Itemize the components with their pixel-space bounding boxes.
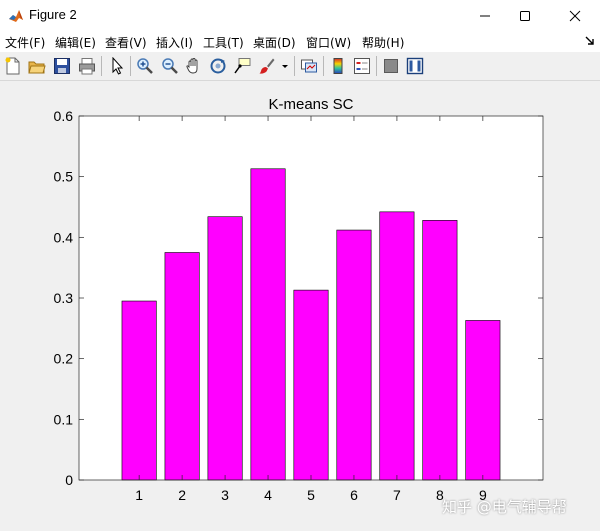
data-cursor-icon[interactable] — [233, 57, 251, 75]
dock-arrow-icon[interactable] — [585, 36, 595, 46]
menu-insert[interactable]: 插入(I) — [156, 34, 193, 51]
new-figure-icon[interactable] — [4, 57, 22, 75]
x-tick-label: 4 — [264, 487, 272, 503]
x-tick-label: 6 — [350, 487, 358, 503]
bar — [422, 220, 458, 481]
minimize-icon — [480, 15, 490, 17]
maximize-icon — [520, 11, 530, 21]
bar — [164, 252, 200, 481]
y-tick-label: 0 — [65, 472, 73, 488]
x-tick-label: 1 — [135, 487, 143, 503]
bar — [250, 168, 286, 481]
rotate-3d-icon[interactable] — [209, 57, 227, 75]
y-tick-label: 0.6 — [54, 108, 74, 124]
save-icon[interactable] — [53, 57, 71, 75]
bar — [336, 229, 372, 481]
colorbar-icon[interactable] — [329, 57, 347, 75]
menu-bar: 文件(F) 编辑(E) 查看(V) 插入(I) 工具(T) 桌面(D) 窗口(W… — [0, 32, 600, 52]
hide-plot-tools-icon[interactable] — [382, 57, 400, 75]
y-tick-label: 0.3 — [54, 290, 74, 306]
menu-desktop[interactable]: 桌面(D) — [253, 34, 296, 51]
toolbar-separator — [376, 56, 377, 76]
bar — [121, 300, 157, 481]
maximize-button[interactable] — [502, 0, 548, 32]
show-plot-tools-icon[interactable] — [406, 57, 424, 75]
title-bar[interactable]: Figure 2 — [0, 0, 600, 32]
close-button[interactable] — [552, 0, 598, 32]
zoom-in-icon[interactable] — [136, 57, 154, 75]
matlab-logo-icon — [8, 8, 24, 24]
toolbar-separator — [101, 56, 102, 76]
pointer-icon[interactable] — [108, 57, 126, 75]
watermark-text: 知乎 @电气辅导帮 — [442, 498, 567, 516]
link-plot-icon[interactable] — [300, 57, 318, 75]
pan-icon[interactable] — [185, 57, 203, 75]
y-tick-label: 0.1 — [54, 411, 74, 427]
figure-toolbar — [0, 52, 600, 81]
y-tick-label: 0.2 — [54, 351, 74, 367]
x-tick-label: 3 — [221, 487, 229, 503]
brush-dropdown-icon[interactable] — [280, 57, 290, 75]
menu-tools[interactable]: 工具(T) — [203, 34, 244, 51]
x-tick-label: 5 — [307, 487, 315, 503]
bar — [465, 320, 501, 481]
window-title: Figure 2 — [29, 7, 77, 22]
chart-title: K-means SC — [268, 96, 353, 113]
bar — [293, 289, 329, 481]
x-tick-label: 7 — [393, 487, 401, 503]
toolbar-separator — [323, 56, 324, 76]
brush-icon[interactable] — [258, 57, 276, 75]
zoom-out-icon[interactable] — [161, 57, 179, 75]
print-icon[interactable] — [78, 57, 96, 75]
bar-chart: 00.10.20.30.40.50.61 2 3 4 5 6 7 8 9K-means SC — [54, 96, 544, 503]
menu-edit[interactable]: 编辑(E) — [55, 34, 96, 51]
close-icon — [569, 10, 581, 22]
y-tick-label: 0.4 — [54, 229, 74, 245]
x-tick-label: 2 — [178, 487, 186, 503]
menu-file[interactable]: 文件(F) — [5, 34, 45, 51]
figure-window: Figure 2 文件(F) 编辑(E) 查看(V) 插入(I) 工具(T) 桌… — [0, 0, 600, 531]
menu-view[interactable]: 查看(V) — [105, 34, 147, 51]
bar — [379, 211, 415, 481]
legend-icon[interactable] — [353, 57, 371, 75]
y-tick-label: 0.5 — [54, 169, 74, 185]
toolbar-separator — [130, 56, 131, 76]
open-file-icon[interactable] — [28, 57, 46, 75]
bar — [207, 216, 243, 481]
menu-help[interactable]: 帮助(H) — [362, 34, 404, 51]
toolbar-separator — [294, 56, 295, 76]
menu-window[interactable]: 窗口(W) — [306, 34, 351, 51]
